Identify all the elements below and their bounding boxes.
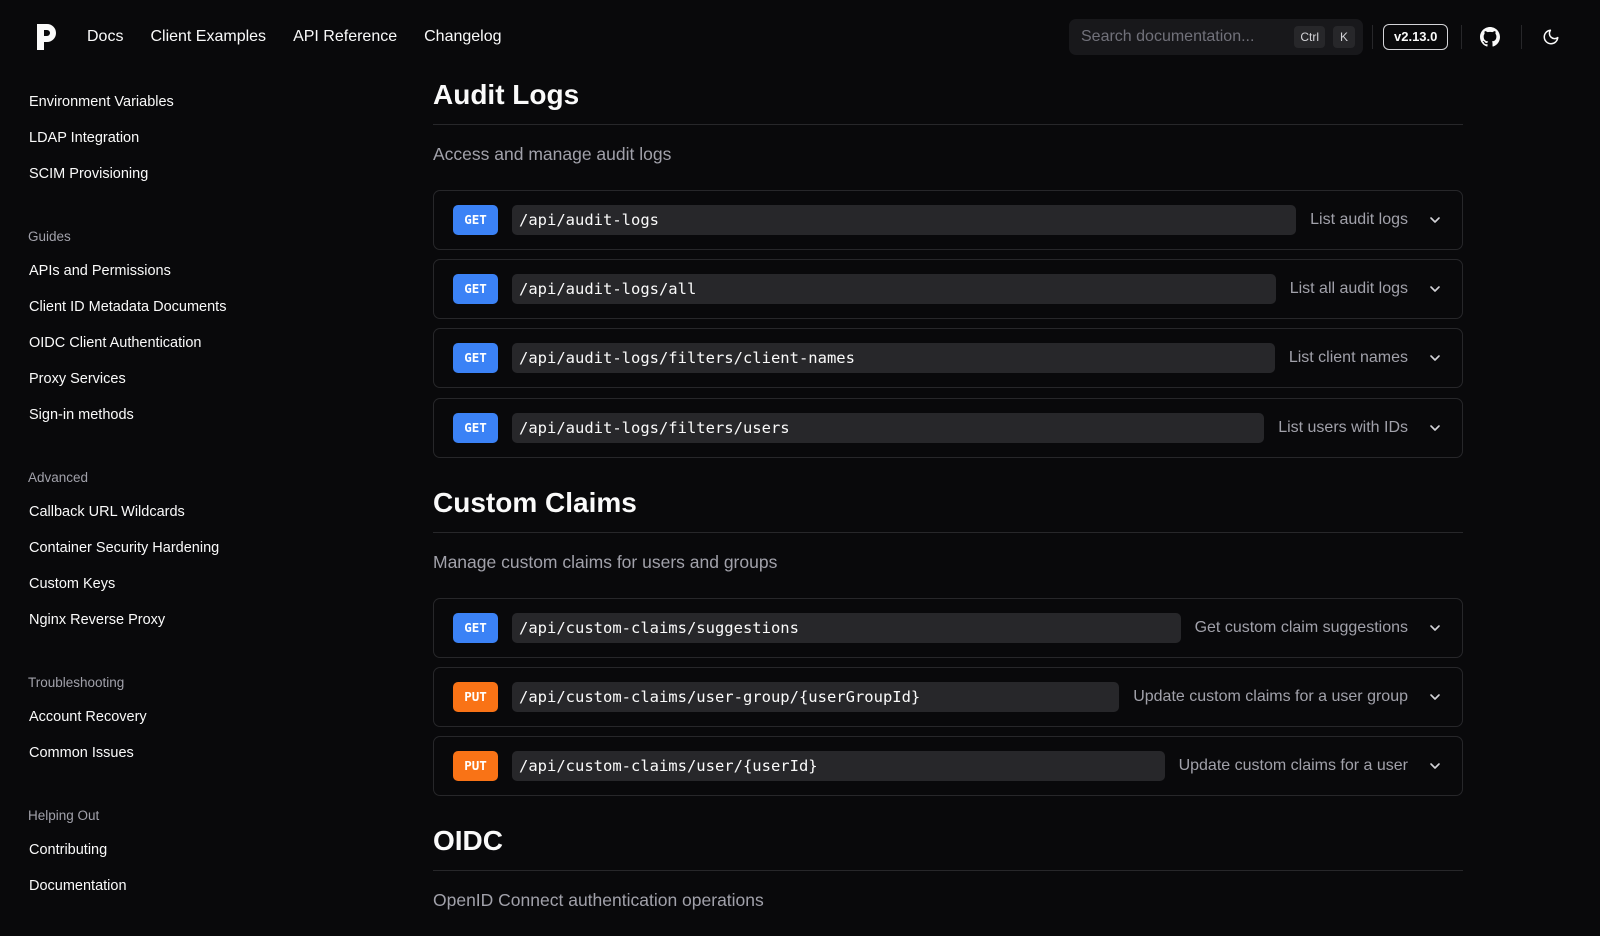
endpoint-summary: List audit logs [1310, 211, 1408, 228]
sidebar-item-oidc-client-authentication[interactable]: OIDC Client Authentication [29, 335, 201, 351]
sidebar: Environment Variables LDAP Integration S… [0, 74, 330, 936]
chevron-down-icon [1430, 355, 1440, 361]
nav-divider [1521, 25, 1522, 49]
endpoint-summary: List client names [1288, 349, 1408, 366]
section-description: Access and manage audit logs [433, 144, 672, 164]
sidebar-heading-helping-out: Helping Out [28, 808, 100, 823]
endpoint-row[interactable]: GET /api/audit-logs/filters/client-names… [433, 328, 1463, 388]
section-divider [433, 870, 1463, 871]
sidebar-item-callback-url-wildcards[interactable]: Callback URL Wildcards [29, 504, 185, 520]
shortcut-ctrl-key: Ctrl [1294, 26, 1325, 48]
section-title-custom-claims: Custom Claims [433, 487, 637, 518]
sidebar-item-custom-keys[interactable]: Custom Keys [29, 576, 115, 592]
method-badge: PUT [453, 682, 498, 712]
chevron-down-icon [1430, 763, 1440, 769]
nav-link-changelog[interactable]: Changelog [424, 26, 501, 48]
github-icon [1480, 27, 1500, 47]
endpoint-path: /api/audit-logs/filters/client-names [512, 343, 1275, 373]
theme-toggle-button[interactable] [1539, 25, 1563, 49]
nav-links: Docs Client Examples API Reference Chang… [87, 26, 529, 48]
moon-icon [1543, 29, 1559, 45]
sidebar-heading-advanced: Advanced [28, 470, 89, 485]
endpoint-summary: List users with IDs [1278, 419, 1408, 436]
sidebar-item-contributing[interactable]: Contributing [29, 842, 107, 858]
shortcut-k-key: K [1333, 26, 1355, 48]
endpoint-row[interactable]: PUT /api/custom-claims/user/{userId} Upd… [433, 736, 1463, 796]
endpoint-path: /api/custom-claims/user/{userId} [512, 751, 1165, 781]
method-badge: GET [453, 274, 498, 304]
nav-link-api-reference[interactable]: API Reference [293, 26, 397, 48]
version-badge[interactable]: v2.13.0 [1383, 24, 1449, 50]
search-input[interactable]: Search documentation... Ctrl K [1069, 19, 1363, 55]
sidebar-item-common-issues[interactable]: Common Issues [29, 745, 134, 761]
method-badge: PUT [453, 751, 498, 781]
sidebar-item-sign-in-methods[interactable]: Sign-in methods [29, 407, 134, 423]
endpoint-path: /api/audit-logs/filters/users [512, 413, 1265, 443]
endpoint-summary: List all audit logs [1289, 280, 1408, 297]
chevron-down-icon [1430, 694, 1440, 700]
nav-link-docs[interactable]: Docs [87, 26, 123, 48]
section-title-audit-logs: Audit Logs [433, 79, 580, 110]
sidebar-item-scim-provisioning[interactable]: SCIM Provisioning [29, 166, 148, 182]
top-navigation: Docs Client Examples API Reference Chang… [0, 0, 1600, 74]
endpoint-path: /api/audit-logs/all [512, 274, 1276, 304]
endpoint-path: /api/custom-claims/suggestions [512, 613, 1181, 643]
chevron-down-icon [1430, 425, 1440, 431]
nav-divider [1461, 25, 1462, 49]
section-title-oidc: OIDC [433, 825, 503, 856]
sidebar-item-ldap-integration[interactable]: LDAP Integration [29, 130, 139, 146]
sidebar-item-apis-and-permissions[interactable]: APIs and Permissions [29, 263, 171, 279]
endpoint-row[interactable]: GET /api/custom-claims/suggestions Get c… [433, 598, 1463, 658]
sidebar-item-client-id-metadata-documents[interactable]: Client ID Metadata Documents [29, 299, 226, 315]
endpoint-path: /api/custom-claims/user-group/{userGroup… [512, 682, 1120, 712]
method-badge: GET [453, 205, 498, 235]
chevron-down-icon [1430, 217, 1440, 223]
chevron-down-icon [1430, 625, 1440, 631]
endpoint-row[interactable]: GET /api/audit-logs/filters/users List u… [433, 398, 1463, 458]
sidebar-item-proxy-services[interactable]: Proxy Services [29, 371, 126, 387]
sidebar-heading-guides: Guides [28, 229, 71, 244]
search-placeholder: Search documentation... [1081, 28, 1255, 45]
endpoint-row[interactable]: PUT /api/custom-claims/user-group/{userG… [433, 667, 1463, 727]
sidebar-item-nginx-reverse-proxy[interactable]: Nginx Reverse Proxy [29, 612, 165, 628]
endpoint-row[interactable]: GET /api/audit-logs/all List all audit l… [433, 259, 1463, 319]
chevron-down-icon [1430, 286, 1440, 292]
endpoint-row[interactable]: GET /api/audit-logs List audit logs [433, 190, 1463, 250]
endpoint-path: /api/audit-logs [512, 205, 1297, 235]
logo-icon[interactable] [35, 24, 57, 50]
sidebar-item-documentation[interactable]: Documentation [29, 878, 127, 894]
method-badge: GET [453, 343, 498, 373]
section-divider [433, 124, 1463, 125]
github-button[interactable] [1478, 25, 1502, 49]
endpoint-summary: Get custom claim suggestions [1194, 619, 1408, 636]
sidebar-item-container-security-hardening[interactable]: Container Security Hardening [29, 540, 219, 556]
section-description: Manage custom claims for users and group… [433, 552, 778, 572]
endpoint-summary: Update custom claims for a user [1178, 757, 1408, 774]
sidebar-item-environment-variables[interactable]: Environment Variables [29, 94, 174, 110]
sidebar-item-account-recovery[interactable]: Account Recovery [29, 709, 147, 725]
nav-divider [1372, 25, 1373, 49]
method-badge: GET [453, 613, 498, 643]
section-divider [433, 532, 1463, 533]
sidebar-heading-troubleshooting: Troubleshooting [28, 675, 125, 690]
method-badge: GET [453, 413, 498, 443]
endpoint-summary: Update custom claims for a user group [1133, 688, 1408, 705]
section-description: OpenID Connect authentication operations [433, 890, 764, 910]
nav-link-client-examples[interactable]: Client Examples [150, 26, 266, 48]
